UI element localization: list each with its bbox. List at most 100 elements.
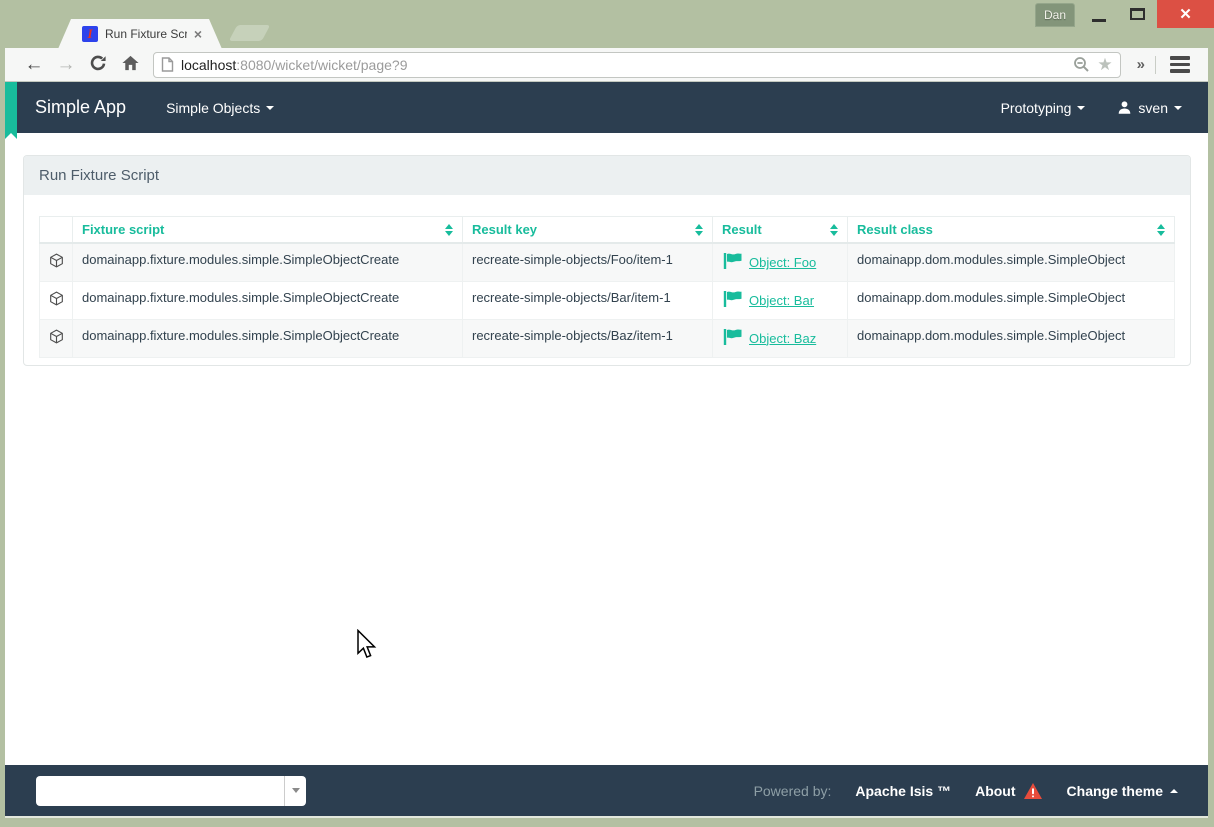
maximize-icon [1129, 8, 1145, 20]
extensions-overflow-icon[interactable]: » [1133, 56, 1149, 73]
favicon-icon: I [82, 26, 98, 42]
cell-fixture-script: domainapp.fixture.modules.simple.SimpleO… [72, 280, 463, 320]
user-menu[interactable]: sven [1117, 100, 1182, 116]
sort-icon[interactable] [445, 223, 453, 236]
table-header-row: Fixture script Result key Result Result … [39, 216, 1175, 244]
cell-result-key: recreate-simple-objects/Baz/item-1 [462, 318, 713, 358]
warning-icon [1023, 782, 1042, 799]
header-label: Result class [857, 222, 933, 237]
navbar-right: Prototyping sven [1001, 100, 1182, 116]
toolbar-separator [1155, 55, 1156, 74]
tab-close-icon[interactable]: × [194, 26, 202, 42]
chrome-profile-badge[interactable]: Dan [1035, 3, 1075, 27]
minimize-icon [1092, 18, 1106, 22]
header-label: Result [722, 222, 762, 237]
cell-result: Object: Bar [712, 280, 848, 320]
header-label: Fixture script [82, 222, 165, 237]
chevron-down-icon [1174, 105, 1182, 110]
close-button[interactable]: ✕ [1157, 0, 1214, 28]
sort-icon[interactable] [695, 223, 703, 236]
menu-prototyping-label: Prototyping [1000, 99, 1072, 116]
back-icon[interactable]: ← [21, 55, 47, 74]
browser-chrome: Dan ✕ I Run Fixture Script × ← → [0, 0, 1214, 82]
sort-icon[interactable] [830, 223, 838, 236]
page-title: Run Fixture Script [24, 156, 1190, 195]
change-theme-link[interactable]: Change theme [1067, 783, 1178, 799]
header-result[interactable]: Result [712, 216, 848, 244]
cell-icon [39, 318, 73, 358]
cell-result-class: domainapp.dom.modules.simple.SimpleObjec… [847, 280, 1175, 320]
apache-isis-link[interactable]: Apache Isis ™ [855, 783, 951, 799]
browser-toolbar: ← → localhost:8080/wicket/wicket/page?9 [5, 48, 1208, 82]
about-label: About [975, 782, 1016, 799]
footer-links: Powered by: Apache Isis ™ About Change t… [754, 782, 1178, 800]
cube-icon [50, 253, 63, 268]
fixture-panel: Run Fixture Script Fixture script Result… [23, 155, 1191, 366]
app-brand[interactable]: Simple App [35, 97, 126, 118]
minimize-button[interactable] [1080, 0, 1118, 28]
flag-icon [723, 290, 742, 307]
home-glyph [121, 55, 139, 70]
user-icon [1119, 101, 1131, 114]
chevron-down-icon [1077, 105, 1086, 110]
chevron-down-icon [266, 105, 275, 110]
home-icon[interactable] [117, 54, 143, 76]
menu-simple-objects-label: Simple Objects [166, 99, 261, 116]
page-icon [161, 57, 174, 72]
new-tab-button[interactable] [228, 25, 271, 41]
chevron-up-icon [1170, 788, 1178, 793]
cell-fixture-script: domainapp.fixture.modules.simple.SimpleO… [72, 242, 463, 282]
maximize-button[interactable] [1118, 0, 1156, 28]
app-footer: Powered by: Apache Isis ™ About Change t… [5, 765, 1208, 818]
browser-tab[interactable]: I Run Fixture Script × [58, 19, 222, 49]
cell-result-key: recreate-simple-objects/Foo/item-1 [462, 242, 713, 282]
cell-icon [39, 242, 73, 282]
header-label: Result key [472, 222, 538, 237]
main-area: Run Fixture Script Fixture script Result… [5, 133, 1208, 765]
header-fixture-script[interactable]: Fixture script [72, 216, 463, 244]
url-text[interactable]: localhost:8080/wicket/wicket/page?9 [181, 57, 1066, 73]
object-link[interactable]: Object: Bar [749, 293, 814, 308]
cell-result: Object: Baz [712, 318, 848, 358]
menu-icon[interactable] [1162, 56, 1196, 73]
table-row: domainapp.fixture.modules.simple.SimpleO… [39, 280, 1175, 320]
panel-body: Fixture script Result key Result Result … [24, 195, 1190, 365]
fixture-results-table: Fixture script Result key Result Result … [39, 216, 1175, 358]
url-path: :8080/wicket/wicket/page?9 [236, 56, 408, 73]
about-link[interactable]: About [975, 782, 1042, 800]
page-content: Simple App Simple Objects Prototyping sv… [5, 82, 1208, 818]
header-result-key[interactable]: Result key [462, 216, 713, 244]
reload-icon[interactable] [85, 54, 111, 76]
sort-icon[interactable] [1157, 223, 1165, 236]
user-name: sven [1138, 99, 1168, 116]
brand-ribbon [5, 82, 17, 139]
cell-result-key: recreate-simple-objects/Bar/item-1 [462, 280, 713, 320]
app-navbar: Simple App Simple Objects Prototyping sv… [5, 82, 1208, 139]
table-row: domainapp.fixture.modules.simple.SimpleO… [39, 242, 1175, 282]
footer-select[interactable] [36, 775, 306, 806]
cell-result-class: domainapp.dom.modules.simple.SimpleObjec… [847, 318, 1175, 358]
table-row: domainapp.fixture.modules.simple.SimpleO… [39, 318, 1175, 358]
reload-glyph [90, 55, 106, 70]
forward-icon[interactable]: → [53, 55, 79, 74]
select-dropdown-icon[interactable] [284, 775, 306, 806]
cell-icon [39, 280, 73, 320]
address-bar[interactable]: localhost:8080/wicket/wicket/page?9 ★ [153, 51, 1121, 78]
powered-by-label: Powered by: [753, 782, 832, 799]
bookmark-star-icon[interactable]: ★ [1097, 56, 1112, 73]
menu-prototyping[interactable]: Prototyping [1001, 100, 1086, 116]
zoom-out-icon[interactable] [1073, 56, 1090, 73]
header-icon-col [39, 216, 73, 244]
header-result-class[interactable]: Result class [847, 216, 1175, 244]
flag-icon [723, 253, 742, 269]
tab-title: Run Fixture Script [105, 27, 187, 41]
cell-result: Object: Foo [712, 242, 848, 282]
cell-fixture-script: domainapp.fixture.modules.simple.SimpleO… [72, 318, 463, 358]
mouse-cursor [357, 629, 377, 659]
cube-icon [50, 329, 63, 343]
object-link[interactable]: Object: Baz [749, 331, 816, 346]
menu-simple-objects[interactable]: Simple Objects [166, 99, 275, 116]
cell-result-class: domainapp.dom.modules.simple.SimpleObjec… [847, 242, 1175, 282]
flag-icon [723, 328, 742, 345]
object-link[interactable]: Object: Foo [749, 255, 816, 270]
